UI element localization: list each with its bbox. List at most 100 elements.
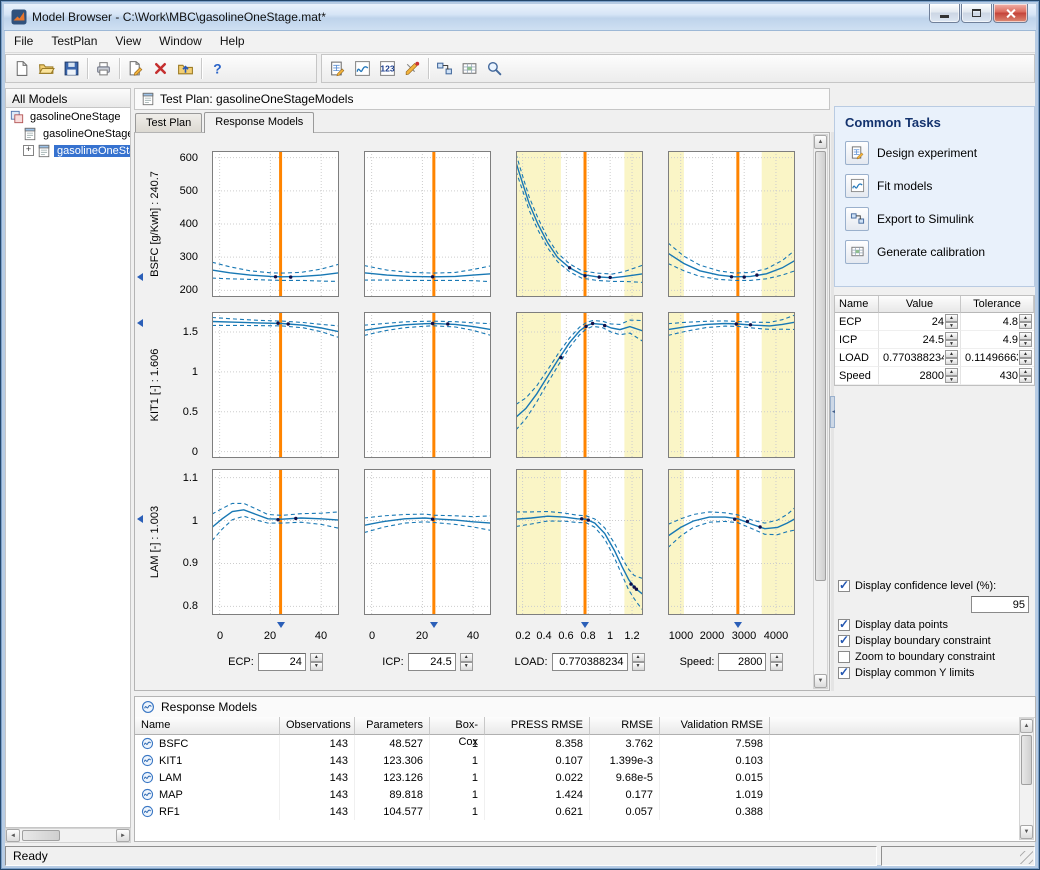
design-experiment-button[interactable] [325,56,350,81]
speed-current-marker-icon[interactable] [734,622,742,628]
export-to-simulink-button[interactable] [432,56,457,81]
column-header-name[interactable]: Name [135,717,280,735]
icp-tolerance-cell[interactable]: 4.9▲▼ [961,331,1034,349]
plot-kit1-vs-speed[interactable] [668,312,795,458]
splitter-collapse-icon[interactable]: ◄ [830,396,835,428]
factor-column-header[interactable]: Name [835,296,879,313]
task-fit-models[interactable]: Fit models [835,169,1034,202]
generate-calibration-button[interactable] [457,56,482,81]
load-value-cell[interactable]: 0.770388234▲▼ [879,349,961,367]
plot-kit1-vs-load[interactable] [516,312,643,458]
response-table-scrollbar-up-icon[interactable]: ▲ [1020,719,1033,733]
ecp-value-cell[interactable]: 24▲▼ [879,313,961,331]
response-model-row[interactable]: KIT1143123.30610.1071.399e-30.103 [135,752,1019,769]
task-design-experiment[interactable]: Design experiment [835,136,1034,169]
plot-area-scrollbar-up-icon[interactable]: ▲ [814,135,827,149]
new-test-plan-button[interactable] [123,56,148,81]
response-model-row[interactable]: RF1143104.57710.6210.0570.388 [135,803,1019,820]
speed-input[interactable] [718,653,766,671]
response-table-scrollbar[interactable]: ▲▼ [1019,718,1034,840]
icp-tolerance-spinner-up-icon[interactable]: ▲ [1019,332,1032,340]
save-file-button[interactable] [59,56,84,81]
update-fit-button[interactable]: 123 [375,56,400,81]
tree-horizontal-scrollbar-thumb[interactable] [22,830,60,841]
speed-value-cell[interactable]: 2800▲▼ [879,367,961,385]
column-header-validation-rmse[interactable]: Validation RMSE [660,717,770,735]
plot-bsfc-vs-load[interactable] [516,151,643,297]
ecp-tolerance-cell[interactable]: 4.8▲▼ [961,313,1034,331]
ecp-value-spinner-up-icon[interactable]: ▲ [945,314,958,322]
icp-tolerance-spinner-down-icon[interactable]: ▼ [1019,340,1032,348]
ecp-spinner-up-icon[interactable]: ▲ [310,653,323,662]
response-model-row[interactable]: LAM143123.12610.0229.68e-50.015 [135,769,1019,786]
delete-node-button[interactable] [148,56,173,81]
speed-spinner-up-icon[interactable]: ▲ [770,653,783,662]
load-spinner-up-icon[interactable]: ▲ [632,653,645,662]
ecp-value-spinner-down-icon[interactable]: ▼ [945,322,958,330]
column-header-observations[interactable]: Observations [280,717,355,735]
factor-column-header[interactable]: Value [879,296,961,313]
plot-bsfc-vs-ecp[interactable] [212,151,339,297]
load-input[interactable] [552,653,628,671]
response-table-scrollbar-down-icon[interactable]: ▼ [1020,825,1033,839]
plot-area-scrollbar-down-icon[interactable]: ▼ [814,674,827,688]
column-header-parameters[interactable]: Parameters [355,717,430,735]
checkbox-display-confidence-level[interactable] [838,580,850,592]
ecp-tolerance-spinner-down-icon[interactable]: ▼ [1019,322,1032,330]
column-header-press-rmse[interactable]: PRESS RMSE [485,717,590,735]
speed-tolerance-cell[interactable]: 430▲▼ [961,367,1034,385]
checkbox-display-common-y-limits[interactable] [838,667,850,679]
icp-value-spinner-down-icon[interactable]: ▼ [945,340,958,348]
menu-help[interactable]: Help [211,31,254,51]
open-file-button[interactable] [34,56,59,81]
plot-lam-vs-speed[interactable] [668,469,795,615]
menu-testplan[interactable]: TestPlan [42,31,106,51]
speed-value-spinner-down-icon[interactable]: ▼ [945,376,958,384]
load-tolerance-spinner-up-icon[interactable]: ▲ [1019,350,1032,358]
tree-horizontal-scrollbar-right-icon[interactable]: ► [116,829,130,842]
load-tolerance-spinner-down-icon[interactable]: ▼ [1019,358,1032,366]
evaluate-model-button[interactable] [400,56,425,81]
plot-bsfc-vs-speed[interactable] [668,151,795,297]
icp-spinner-up-icon[interactable]: ▲ [460,653,473,662]
resize-grip[interactable] [1020,851,1033,864]
factor-column-header[interactable]: Tolerance [961,296,1034,313]
model-viewer-button[interactable] [482,56,507,81]
load-value-spinner-down-icon[interactable]: ▼ [945,358,958,366]
minimize-button[interactable] [929,4,960,23]
ecp-tolerance-spinner-up-icon[interactable]: ▲ [1019,314,1032,322]
tree-item[interactable]: +gasolineOneStage [6,142,130,159]
icp-input[interactable] [408,653,456,671]
plot-lam-vs-icp[interactable] [364,469,491,615]
tree-item[interactable]: gasolineOneStage [6,125,130,142]
speed-value-spinner-up-icon[interactable]: ▲ [945,368,958,376]
checkbox-display-data-points[interactable] [838,619,850,631]
speed-tolerance-spinner-up-icon[interactable]: ▲ [1019,368,1032,376]
icp-current-marker-icon[interactable] [430,622,438,628]
load-tolerance-cell[interactable]: 0.11496663▲▼ [961,349,1034,367]
tab-test-plan[interactable]: Test Plan [135,113,202,132]
menu-view[interactable]: View [106,31,150,51]
plot-kit1-vs-ecp[interactable] [212,312,339,458]
column-header-rmse[interactable]: RMSE [590,717,660,735]
new-file-button[interactable] [9,56,34,81]
load-current-marker-icon[interactable] [581,622,589,628]
ecp-current-marker-icon[interactable] [277,622,285,628]
icp-spinner-down-icon[interactable]: ▼ [460,662,473,671]
checkbox-display-boundary-constraint[interactable] [838,635,850,647]
maximize-button[interactable] [961,4,992,23]
tree-expander-icon[interactable]: + [23,145,34,156]
task-export-to-simulink[interactable]: Export to Simulink [835,202,1034,235]
ecp-input[interactable] [258,653,306,671]
plot-lam-vs-load[interactable] [516,469,643,615]
plot-bsfc-vs-icp[interactable] [364,151,491,297]
response-table-scrollbar-thumb[interactable] [1021,735,1032,785]
speed-tolerance-spinner-down-icon[interactable]: ▼ [1019,376,1032,384]
menu-file[interactable]: File [5,31,42,51]
tree-horizontal-scrollbar[interactable]: ◄► [5,828,131,843]
response-model-row[interactable]: MAP14389.81811.4240.1771.019 [135,786,1019,803]
load-value-spinner-up-icon[interactable]: ▲ [945,350,958,358]
tree-item[interactable]: gasolineOneStage [6,108,130,125]
load-spinner-down-icon[interactable]: ▼ [632,662,645,671]
ecp-spinner-down-icon[interactable]: ▼ [310,662,323,671]
